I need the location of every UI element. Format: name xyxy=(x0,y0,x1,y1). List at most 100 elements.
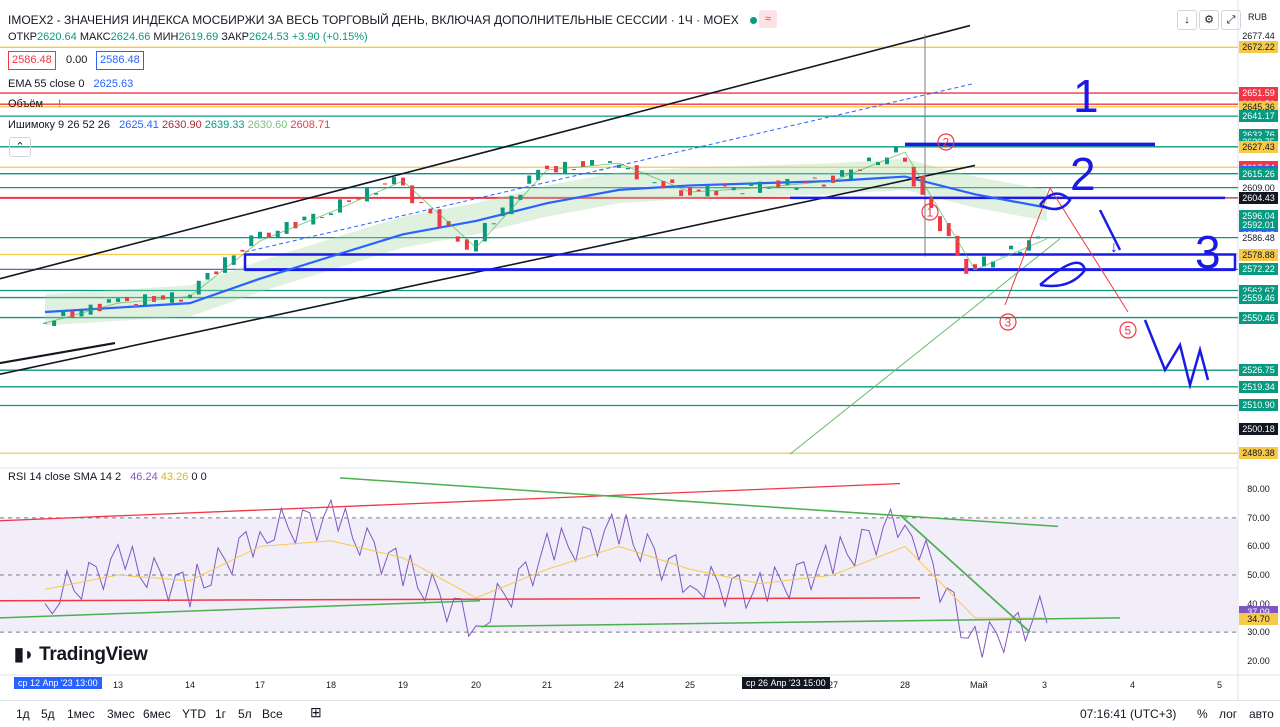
rsi-sma-value: 43.26 xyxy=(160,471,189,483)
range-3m[interactable]: 3мес xyxy=(107,707,135,721)
time-axis-label: 14 xyxy=(185,680,196,690)
price-scale-label: 2489.38 xyxy=(1239,447,1278,460)
range-1m[interactable]: 1мес xyxy=(67,707,95,721)
price-scale-label: 2578.88 xyxy=(1239,248,1278,261)
candle xyxy=(776,180,781,188)
annotation-3: 3 xyxy=(1195,226,1221,278)
candle xyxy=(258,231,262,239)
volume-legend[interactable]: Объём ! xyxy=(8,98,61,110)
price-scale-label: 2604.43 xyxy=(1239,191,1278,204)
rsi-scale-label: 30.00 xyxy=(1247,627,1270,638)
price-scale-label: 2519.34 xyxy=(1239,380,1278,393)
time-axis-label: 27 xyxy=(828,680,839,690)
candle xyxy=(1000,255,1004,257)
time-start-tag: ср 12 Апр '23 13:00 xyxy=(14,677,102,689)
candle xyxy=(419,202,424,204)
chart-title: IMOEX2 - ЗНАЧЕНИЯ ИНДЕКСА МОСБИРЖИ ЗА ВЕ… xyxy=(8,13,739,27)
open-label: ОТКР xyxy=(8,31,38,43)
candle xyxy=(608,161,612,163)
rsi-value: 46.24 xyxy=(130,471,158,483)
log-toggle[interactable]: лог xyxy=(1219,707,1237,721)
candle xyxy=(625,168,630,170)
range-5d[interactable]: 5д xyxy=(41,707,55,721)
currency-label[interactable]: RUB xyxy=(1248,12,1267,22)
candle xyxy=(785,178,790,186)
circled-mark-label: 3 xyxy=(1005,316,1012,330)
settings-icon[interactable]: ⚙ xyxy=(1199,10,1219,30)
range-1d[interactable]: 1д xyxy=(16,707,30,721)
ema-value: 2625.63 xyxy=(93,78,134,90)
range-1y[interactable]: 1г xyxy=(215,707,226,721)
candle xyxy=(61,310,66,317)
change-value: +3.90 (+0.15%) xyxy=(291,31,368,43)
low-label: МИН xyxy=(153,31,179,43)
annotation-2: 2 xyxy=(1070,148,1096,200)
candle xyxy=(320,216,325,218)
candle xyxy=(964,258,969,274)
candle xyxy=(938,216,942,232)
tradingview-logo: ▮◗ TradingView xyxy=(14,644,148,665)
time-axis-label: 3 xyxy=(1042,680,1048,690)
candle xyxy=(723,184,727,187)
price-scale-label: 2500.18 xyxy=(1239,423,1278,436)
candle xyxy=(125,297,129,302)
buy-price-button[interactable]: 2586.48 xyxy=(96,51,144,70)
candle xyxy=(383,183,387,185)
sell-price-button[interactable]: 2586.48 xyxy=(8,51,56,70)
download-icon[interactable]: ↓ xyxy=(1177,10,1197,30)
price-scale-label: 2559.46 xyxy=(1239,291,1278,304)
rsi-scale-label: 50.00 xyxy=(1247,570,1270,580)
open-value: 2620.64 xyxy=(37,31,77,43)
close-label: ЗАКР xyxy=(221,31,249,43)
candle xyxy=(821,184,826,187)
candle xyxy=(302,216,307,221)
candle xyxy=(88,304,93,315)
auto-toggle[interactable]: авто xyxy=(1249,707,1274,721)
down-arrow-icon: ↓ xyxy=(1110,239,1118,256)
candle xyxy=(867,157,871,162)
candle xyxy=(482,222,487,242)
range-ytd[interactable]: YTD xyxy=(182,707,206,721)
price-scale-label: 2677.44 xyxy=(1239,29,1278,42)
rsi-sma-tag: 34.70 xyxy=(1239,612,1278,625)
candle xyxy=(803,181,808,183)
range-6m[interactable]: 6мес xyxy=(143,707,171,721)
ema-legend[interactable]: EMA 55 close 0 2625.63 xyxy=(8,78,133,90)
time-axis-label: 20 xyxy=(471,680,482,690)
price-scale-label: 2615.26 xyxy=(1239,167,1278,180)
time-axis-label: 19 xyxy=(398,680,409,690)
clock-time[interactable]: 07:16:41 (UTC+3) xyxy=(1080,707,1176,721)
ema-label: EMA 55 close 0 xyxy=(8,78,85,90)
candle xyxy=(509,195,514,215)
range-5y[interactable]: 5л xyxy=(238,707,252,721)
date-range-icon[interactable]: ⊞ xyxy=(310,704,322,721)
time-axis-label: 5 xyxy=(1217,680,1223,690)
range-all[interactable]: Все xyxy=(262,707,283,721)
candle xyxy=(347,200,351,202)
candle xyxy=(527,175,532,184)
rsi-legend[interactable]: RSI 14 close SMA 14 2 46.24 43.26 0 0 xyxy=(8,471,207,483)
price-scale-label: 2550.46 xyxy=(1239,311,1278,324)
candle xyxy=(106,299,111,303)
candle xyxy=(794,187,799,190)
candle xyxy=(196,280,201,295)
data-flag-icon[interactable]: ≈ xyxy=(759,10,777,28)
fullscreen-icon[interactable]: ⤢ xyxy=(1221,10,1241,30)
price-chart[interactable]: 1 2 3 1 2 3 5 ↓ xyxy=(0,0,1280,726)
candle xyxy=(740,193,745,195)
collapse-legend-icon[interactable]: ⌃ xyxy=(9,137,31,157)
candle xyxy=(491,223,496,225)
candle xyxy=(500,207,505,217)
brand-name: TradingView xyxy=(39,644,148,665)
percent-toggle[interactable]: % xyxy=(1197,707,1208,721)
circled-mark-label: 1 xyxy=(927,206,934,220)
candle xyxy=(329,213,333,215)
rsi-scale-label: 70.00 xyxy=(1247,512,1270,523)
candle xyxy=(617,164,621,168)
ichimoku-span-b: 2608.71 xyxy=(290,119,331,131)
candle xyxy=(365,187,369,202)
high-value: 2624.66 xyxy=(110,31,151,43)
ichimoku-legend[interactable]: Ишимоку 9 26 52 26 2625.41 2630.90 2639.… xyxy=(8,119,330,131)
price-scale-label: 2510.90 xyxy=(1239,399,1278,412)
candle xyxy=(767,187,772,189)
